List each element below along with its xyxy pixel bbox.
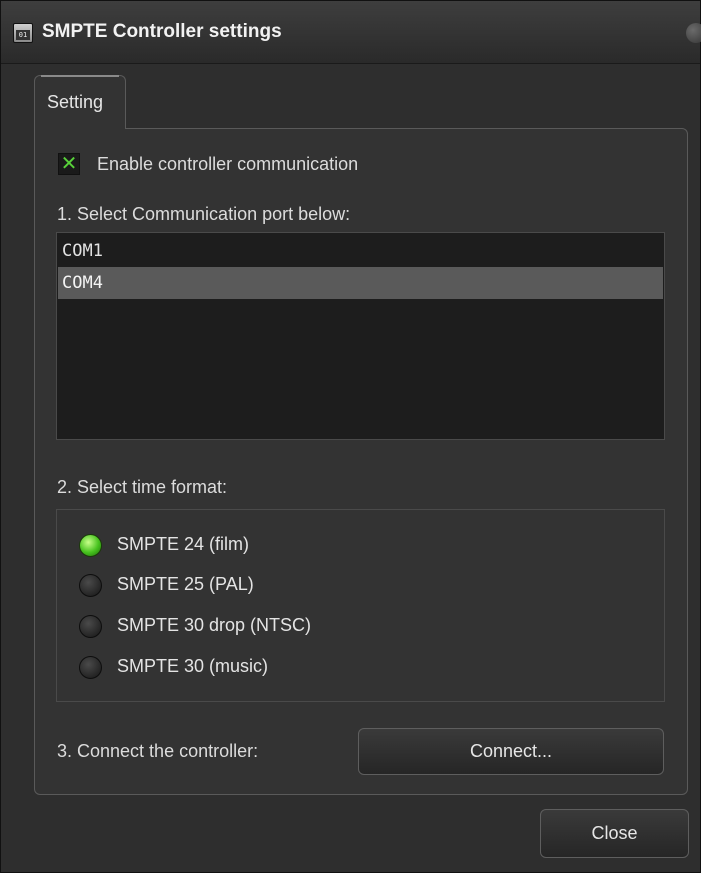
enable-communication-checkbox[interactable]: ✕ (58, 153, 80, 175)
clock-app-icon: 01 (13, 23, 33, 43)
port-section-label: 1. Select Communication port below: (57, 204, 351, 224)
tab-highlight (41, 75, 119, 77)
radio-smpte-30-drop-label[interactable]: SMPTE 30 drop (NTSC) (117, 615, 311, 636)
smpte-settings-dialog: 01 SMPTE Controller settings Setting ✕ E… (0, 0, 701, 873)
radio-smpte-24-label[interactable]: SMPTE 24 (film) (117, 534, 249, 555)
radio-smpte-25-label[interactable]: SMPTE 25 (PAL) (117, 574, 254, 595)
window-title: SMPTE Controller settings (42, 21, 282, 42)
list-item-com4[interactable]: COM4 (58, 267, 663, 299)
list-item-com1[interactable]: COM1 (58, 235, 663, 267)
title-bar[interactable]: 01 SMPTE Controller settings (1, 1, 701, 64)
radio-smpte-24[interactable] (79, 534, 102, 557)
enable-communication-label[interactable]: Enable controller communication (97, 154, 358, 175)
radio-smpte-30-music[interactable] (79, 656, 102, 679)
window-control-icon[interactable] (686, 23, 701, 43)
radio-smpte-30-music-label[interactable]: SMPTE 30 (music) (117, 656, 268, 677)
connect-button[interactable]: Connect... (358, 728, 664, 775)
app-icon-text: 01 (16, 30, 30, 40)
time-format-label: 2. Select time format: (57, 477, 228, 497)
tab-setting[interactable]: Setting (34, 75, 126, 129)
tab-setting-label: Setting (47, 92, 104, 112)
radio-smpte-30-drop[interactable] (79, 615, 102, 638)
radio-smpte-25[interactable] (79, 574, 102, 597)
connect-label: 3. Connect the controller: (57, 741, 259, 761)
com-port-list[interactable]: COM1 COM4 (56, 232, 665, 440)
close-button[interactable]: Close (540, 809, 689, 858)
